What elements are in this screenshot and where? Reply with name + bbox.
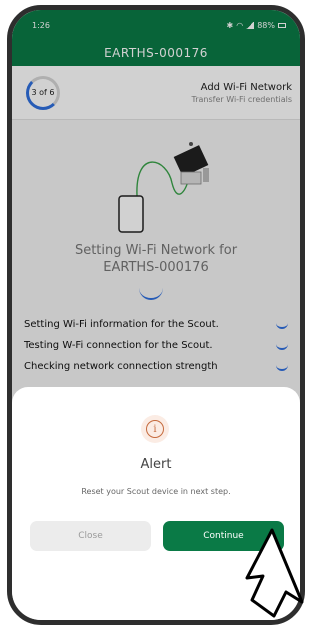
- alert-title: Alert: [140, 457, 172, 472]
- close-button[interactable]: Close: [30, 521, 151, 551]
- alert-message: Reset your Scout device in next step.: [81, 487, 231, 496]
- info-icon: i: [141, 415, 169, 443]
- hand-pointer-icon: [245, 528, 304, 618]
